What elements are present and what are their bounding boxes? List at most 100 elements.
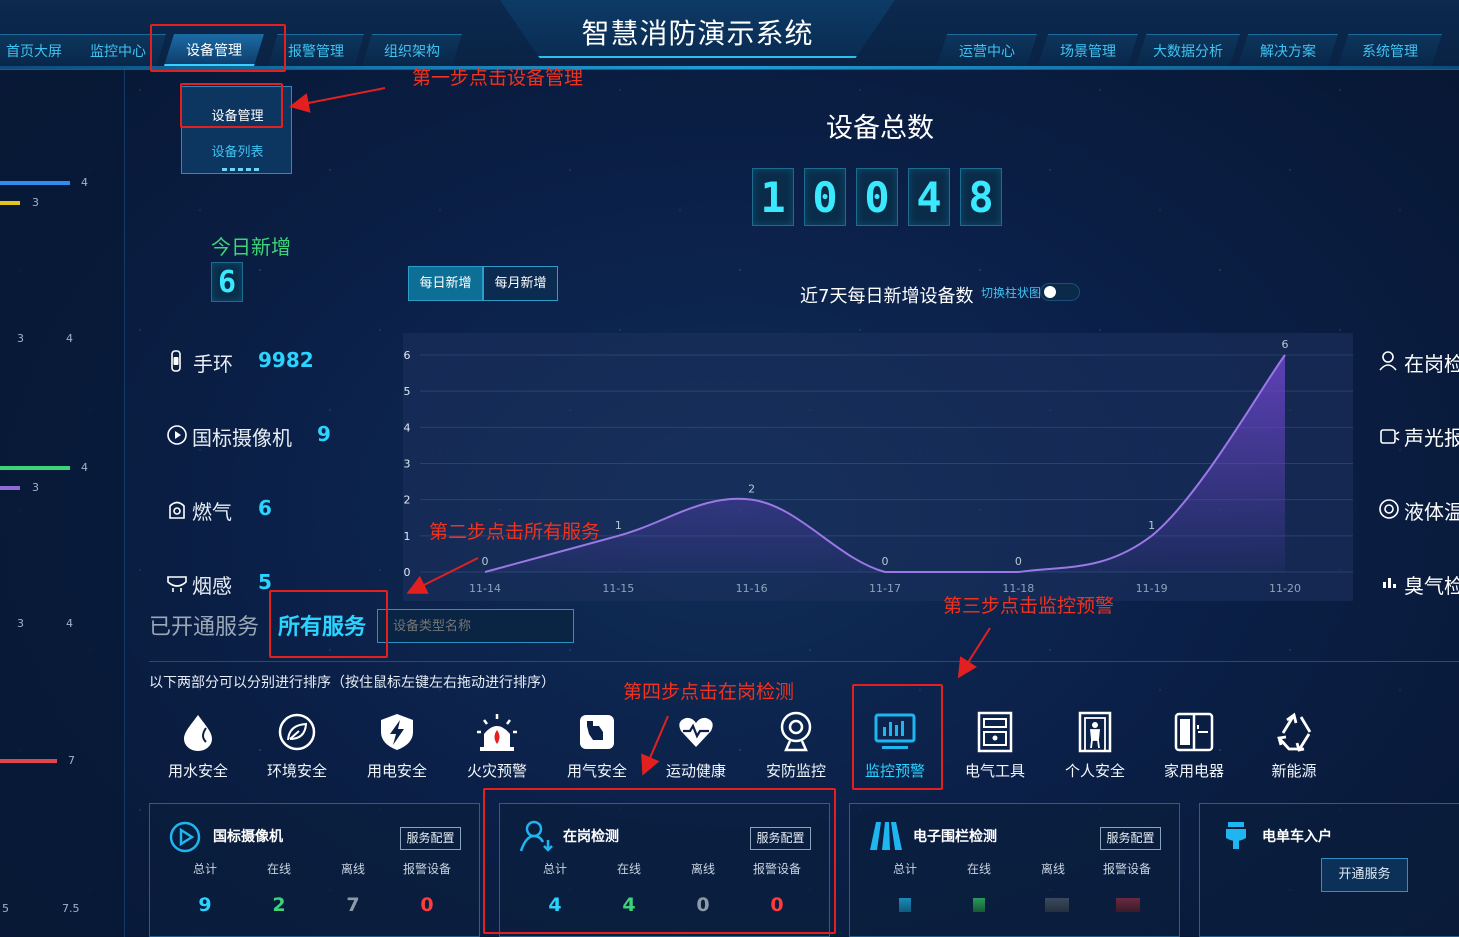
service-config-button[interactable]: 服务配置 [1100, 827, 1161, 850]
service-label: 安防监控 [765, 762, 826, 780]
device-count-wristband: 9982 [258, 348, 314, 372]
highlight-step4 [483, 788, 836, 934]
lightning-shield-icon [357, 708, 437, 756]
service-config-button[interactable]: 服务配置 [400, 827, 461, 850]
sound-light-alarm-icon [1378, 424, 1400, 446]
card-offline-value: 7 [346, 894, 360, 916]
gas-detector-icon [166, 498, 188, 520]
y-tick-label: 4 [404, 421, 411, 434]
person-gate-icon [1055, 708, 1135, 756]
service-label: 个人安全 [1064, 762, 1125, 780]
divider [149, 661, 1459, 662]
rail-number: 3 [17, 617, 24, 630]
nav-big-data[interactable]: 大数据分析 [1136, 34, 1240, 66]
card-title: 国标摄像机 [213, 829, 283, 845]
x-tick-label: 11-14 [469, 582, 501, 595]
rail-bar-3 [0, 466, 70, 470]
card-col-label: 离线 [340, 862, 365, 876]
open-service-button[interactable]: 开通服务 [1321, 858, 1408, 892]
left-side-panel: 4 3 3 4 4 3 3 4 7 5 7.5 [0, 70, 125, 937]
service-water-safety[interactable]: 用水安全 [158, 708, 238, 781]
x-tick-label: 11-17 [869, 582, 901, 595]
card-col-label: 离线 [1040, 862, 1065, 876]
tab-opened-services[interactable]: 已开通服务 [149, 609, 259, 641]
nav-scene-management[interactable]: 场景管理 [1038, 34, 1138, 66]
toggle-bar-chart-label: 切换柱状图 [981, 286, 1042, 300]
rail-number: 3 [32, 481, 39, 494]
dropdown-deco [222, 168, 262, 171]
data-label: 0 [1015, 555, 1022, 568]
y-tick-label: 2 [404, 494, 411, 507]
webcam-icon [756, 708, 836, 756]
tab-monthly-new[interactable]: 每月新增 [483, 266, 558, 301]
service-label: 用气安全 [566, 762, 627, 780]
data-label: 1 [615, 519, 622, 532]
rail-number: 4 [81, 461, 88, 474]
service-personal-safety[interactable]: 个人安全 [1055, 708, 1135, 781]
service-label: 家用电器 [1163, 762, 1224, 780]
dropdown-item-device-list[interactable]: 设备列表 [182, 141, 293, 160]
fridge-icon [1154, 708, 1234, 756]
alarm-siren-icon [457, 708, 537, 756]
service-home-appliances[interactable]: 家用电器 [1154, 708, 1234, 781]
highlight-step2 [269, 590, 388, 658]
nav-operations-center[interactable]: 运营中心 [937, 34, 1037, 66]
toggle-bar-chart-switch[interactable] [1040, 283, 1080, 301]
card-col-label: 总计 [192, 862, 217, 876]
gas-icon [557, 708, 637, 756]
annotation-step2: 第二步点击所有服务 [429, 521, 601, 543]
today-new-label: 今日新增 [211, 235, 291, 259]
highlight-step3 [852, 684, 943, 790]
data-label: 0 [882, 555, 889, 568]
annotation-step1: 第一步点击设备管理 [412, 67, 584, 89]
leaf-icon [257, 708, 337, 756]
loading-placeholder [973, 898, 985, 912]
data-label: 0 [482, 555, 489, 568]
right-label: 液体温 [1404, 500, 1459, 524]
rail-number: 4 [66, 617, 73, 630]
service-label: 运动健康 [665, 762, 726, 780]
rail-number: 7 [68, 754, 75, 767]
service-fire-warning[interactable]: 火灾预警 [457, 708, 537, 781]
nav-solutions[interactable]: 解决方案 [1238, 34, 1338, 66]
service-label: 电气工具 [964, 762, 1025, 780]
nav-organization[interactable]: 组织架构 [362, 34, 462, 66]
service-gas-safety[interactable]: 用气安全 [557, 708, 637, 781]
cabinet-icon [955, 708, 1035, 756]
service-new-energy[interactable]: 新能源 [1254, 708, 1334, 781]
annotation-step4: 第四步点击在岗检测 [623, 681, 795, 703]
service-card-camera: 国标摄像机 服务配置 总计 在线 离线 报警设备 9 2 7 0 [149, 803, 480, 937]
total-digit: 8 [960, 168, 1002, 226]
loading-placeholder [899, 898, 911, 912]
data-label: 6 [1282, 338, 1289, 351]
service-environment-safety[interactable]: 环境安全 [257, 708, 337, 781]
service-sports-health[interactable]: 运动健康 [656, 708, 736, 781]
device-total-label: 设备总数 [826, 113, 934, 144]
rail-number: 3 [32, 196, 39, 209]
tab-daily-new[interactable]: 每日新增 [408, 266, 483, 301]
y-tick-label: 1 [404, 530, 411, 543]
service-electrical-tools[interactable]: 电气工具 [955, 708, 1035, 781]
smoke-detector-icon [166, 572, 188, 594]
rail-bar-2 [0, 201, 20, 205]
person-check-icon [1378, 350, 1400, 372]
device-label-smoke: 烟感 [192, 574, 232, 598]
right-label: 声光报 [1404, 426, 1459, 450]
card-col-label: 报警设备 [1102, 862, 1151, 876]
recycle-icon [1254, 708, 1334, 756]
rail-bar-1 [0, 181, 70, 185]
device-type-search-input[interactable] [377, 609, 574, 643]
data-label: 2 [748, 483, 755, 496]
annotation-step3: 第三步点击监控预警 [943, 595, 1115, 617]
service-electric-safety[interactable]: 用电安全 [357, 708, 437, 781]
service-card-ebike: 电单车入户 开通服务 [1199, 803, 1459, 937]
x-tick-label: 11-19 [1136, 582, 1168, 595]
rail-number: 5 [2, 902, 9, 915]
odor-detector-icon [1380, 572, 1400, 592]
nav-system-management[interactable]: 系统管理 [1338, 34, 1442, 66]
nav-home-screen[interactable]: 首页大屏 [0, 34, 80, 66]
y-tick-label: 5 [404, 385, 411, 398]
x-tick-label: 11-20 [1269, 582, 1301, 595]
service-label: 新能源 [1271, 762, 1317, 780]
service-security-monitoring[interactable]: 安防监控 [756, 708, 836, 781]
